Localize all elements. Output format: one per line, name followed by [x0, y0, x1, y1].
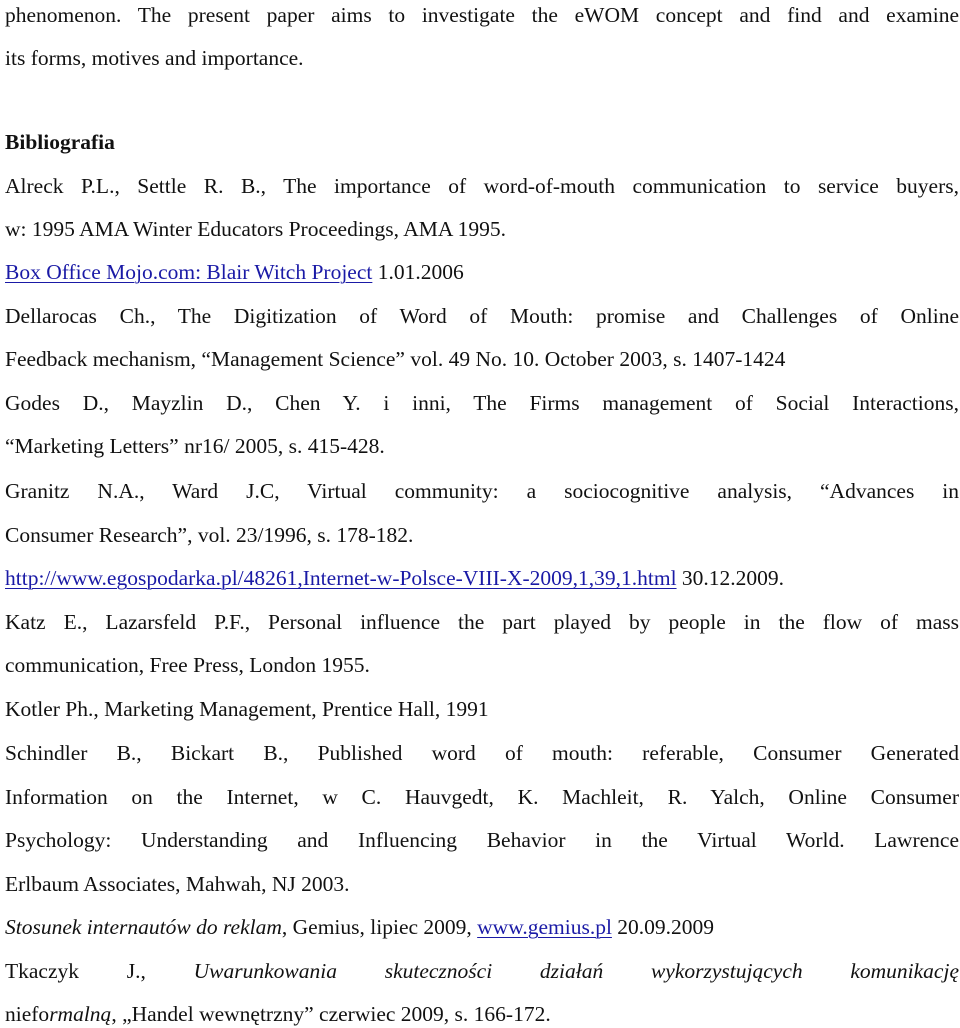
bib-entry-boxofficemojo: Box Office Mojo.com: Blair Witch Project…: [5, 259, 959, 285]
bib-entry-katz-line-2: communication, Free Press, London 1955.: [5, 653, 370, 677]
bib-entry-alreck-line-2: w: 1995 AMA Winter Educators Proceedings…: [5, 217, 506, 241]
bib-entry-schindler-line-4: Erlbaum Associates, Mahwah, NJ 2003.: [5, 872, 350, 896]
bib-entry-gemius: Stosunek internautów do reklam, Gemius, …: [5, 914, 959, 940]
bib-entry-schindler-line-2: Information on the Internet, w C. Hauvge…: [5, 785, 959, 809]
intro-line-1: phenomenon. The present paper aims to in…: [5, 3, 959, 27]
bib-entry-kotler: Kotler Ph., Marketing Management, Prenti…: [5, 697, 489, 721]
bib-entry-godes-line-1: Godes D., Mayzlin D., Chen Y. i inni, Th…: [5, 391, 959, 415]
boxofficemojo-link[interactable]: Box Office Mojo.com: Blair Witch Project: [5, 260, 372, 284]
gemius-link[interactable]: www.gemius.pl: [477, 915, 612, 939]
egospodarka-link[interactable]: http://www.egospodarka.pl/48261,Internet…: [5, 566, 677, 590]
tkaczyk-title-prefix: niefo: [5, 1002, 50, 1026]
gemius-title: Stosunek internautów do reklam: [5, 915, 282, 939]
bib-entry-granitz-line-1: Granitz N.A., Ward J.C, Virtual communit…: [5, 479, 959, 503]
tkaczyk-title-part-2: rmalną: [49, 1002, 112, 1026]
bib-entry-dellarocas-line-2: Feedback mechanism, “Management Science”…: [5, 347, 786, 371]
bib-entry-schindler-line-1: Schindler B., Bickart B., Published word…: [5, 741, 959, 765]
bib-entry-schindler-line-3: Psychology: Understanding and Influencin…: [5, 828, 959, 852]
bibliography-heading: Bibliografia: [5, 130, 115, 154]
bib-entry-tkaczyk-line-2: nieformalną, „Handel wewnętrzny” czerwie…: [5, 1001, 959, 1027]
bib-entry-egospodarka: http://www.egospodarka.pl/48261,Internet…: [5, 565, 959, 591]
tkaczyk-title-part-1: Uwarunkowania skuteczności działań wykor…: [193, 959, 959, 983]
tkaczyk-details: , „Handel wewnętrzny” czerwiec 2009, s. …: [111, 1002, 551, 1026]
bib-entry-godes-line-2: “Marketing Letters” nr16/ 2005, s. 415-4…: [5, 434, 385, 458]
intro-line-2: its forms, motives and importance.: [5, 46, 304, 70]
gemius-date: 20.09.2009: [611, 915, 715, 939]
bib-entry-granitz-line-2: Consumer Research”, vol. 23/1996, s. 178…: [5, 523, 414, 547]
bib-entry-alreck-line-1: Alreck P.L., Settle R. B., The importanc…: [5, 174, 959, 198]
gemius-details: , Gemius, lipiec 2009,: [281, 915, 478, 939]
tkaczyk-author: Tkaczyk J.,: [5, 959, 146, 983]
bib-entry-katz-line-1: Katz E., Lazarsfeld P.F., Personal influ…: [5, 610, 959, 634]
boxofficemojo-date: 1.01.2006: [372, 260, 464, 284]
document-page: phenomenon. The present paper aims to in…: [0, 0, 960, 1028]
bib-entry-tkaczyk-line-1: Tkaczyk J., Uwarunkowania skuteczności d…: [5, 958, 959, 984]
egospodarka-date: 30.12.2009.: [676, 566, 785, 590]
bib-entry-dellarocas-line-1: Dellarocas Ch., The Digitization of Word…: [5, 304, 959, 328]
